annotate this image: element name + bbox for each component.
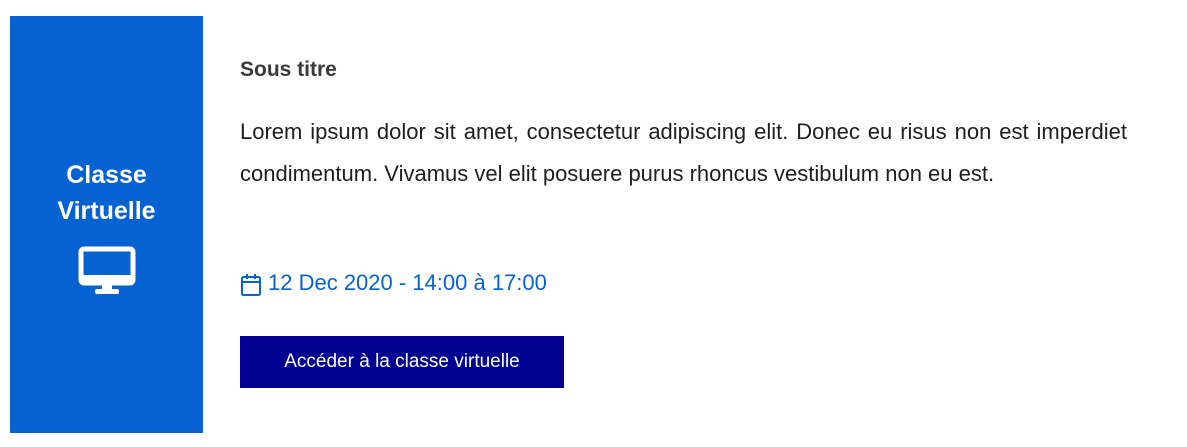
event-date: 12 Dec 2020 - 14:00 à 17:00 xyxy=(240,268,547,298)
card-side-panel: Classe Virtuelle xyxy=(10,16,203,433)
side-panel-label: Classe Virtuelle xyxy=(10,157,203,229)
side-label-line1: Classe xyxy=(66,161,147,189)
card-description: Lorem ipsum dolor sit amet, consectetur … xyxy=(240,119,1127,186)
desktop-monitor-icon xyxy=(78,246,136,294)
event-date-text: 12 Dec 2020 - 14:00 à 17:00 xyxy=(268,270,547,295)
calendar-icon xyxy=(241,273,261,296)
card-subtitle: Sous titre xyxy=(240,58,337,81)
side-label-line2: Virtuelle xyxy=(57,197,156,225)
virtual-class-card: Classe Virtuelle Sous titre Lorem ipsum … xyxy=(10,16,1170,433)
join-virtual-class-button[interactable]: Accéder à la classe virtuelle xyxy=(240,336,564,388)
